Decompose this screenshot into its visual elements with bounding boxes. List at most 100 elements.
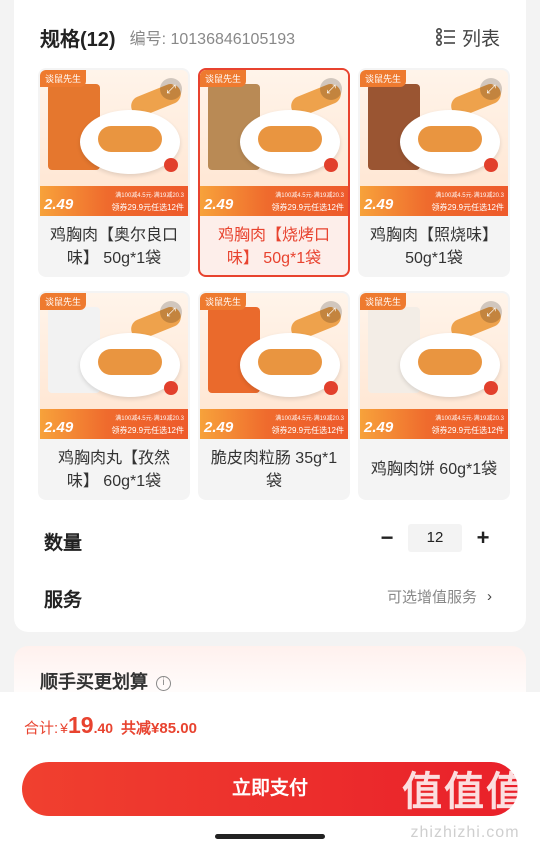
food-image [418,126,482,152]
sku-option[interactable]: 谈鼠先生 ⤢ 2.49 满100减4.5元·满19减20.3 领券29.9元任选12件鸡… [358,291,510,500]
brand-tag: 谈鼠先生 [200,293,247,310]
checkout-footer: 合计: ¥ 19 .40 共减¥85.00 立即支付 值值值 zhizhizhi… [0,692,540,855]
sku-image: 谈鼠先生 ⤢ 2.49 满100减4.5元·满19减20.3 领券29.9元任选12件 [360,70,508,216]
price-bar: 2.49 满100减4.5元·满19减20.3 领券29.9元任选12件 [200,186,348,216]
list-icon [435,28,455,46]
brand-tag: 谈鼠先生 [40,293,87,310]
watermark-url: zhizhizhi.com [410,824,520,841]
expand-icon[interactable]: ⤢ [320,301,342,323]
sku-price: 2.49 [44,196,74,213]
promo-text: 满100减4.5元·满19减20.3 领券29.9元任选12件 [402,191,504,213]
food-image [98,126,162,152]
sku-grid: 谈鼠先生 ⤢ 2.49 满100减4.5元·满19减20.3 领券29.9元任选12件鸡… [38,68,518,500]
promo-text: 满100减4.5元·满19减20.3 领券29.9元任选12件 [82,414,184,436]
spec-header: 规格(12) 编号: 10136846105193 列表 [40,22,500,52]
expand-icon[interactable]: ⤢ [480,78,502,100]
sku-option[interactable]: 谈鼠先生 ⤢ 2.49 满100减4.5元·满19减20.3 领券29.9元任选12件鸡… [38,291,190,500]
price-bar: 2.49 满100减4.5元·满19减20.3 领券29.9元任选12件 [360,409,508,439]
sku-name: 鸡胸肉丸【孜然味】 60g*1袋 [57,449,170,490]
promo-text: 满100减4.5元·满19减20.3 领券29.9元任选12件 [242,414,344,436]
service-hint: 可选增值服务 [386,589,477,606]
expand-icon[interactable]: ⤢ [160,301,182,323]
sku-image: 谈鼠先生 ⤢ 2.49 满100减4.5元·满19减20.3 领券29.9元任选12件 [360,293,508,439]
sku-price: 2.49 [44,419,74,436]
expand-icon[interactable]: ⤢ [320,78,342,100]
sku-image: 谈鼠先生 ⤢ 2.49 满100减4.5元·满19减20.3 领券29.9元任选12件 [200,293,348,439]
total-price: 合计: ¥ 19 .40 共减¥85.00 [24,712,197,739]
list-view-toggle[interactable]: 列表 [435,24,500,51]
sku-price: 2.49 [204,196,234,213]
promo-line2: 领券29.9元任选12件 [431,426,504,435]
brand-tag: 谈鼠先生 [360,293,407,310]
promo-line2: 领券29.9元任选12件 [111,203,184,212]
promo-line2: 领券29.9元任选12件 [111,426,184,435]
price-bar: 2.49 满100减4.5元·满19减20.3 领券29.9元任选12件 [200,409,348,439]
tomato-image [484,381,498,395]
sku-name: 鸡胸肉【烧烤口味】 50g*1袋 [217,226,330,267]
tomato-image [484,158,498,172]
sku-price: 2.49 [364,196,394,213]
brand-tag: 谈鼠先生 [40,70,87,87]
decrease-button[interactable]: − [376,525,398,551]
quantity-stepper: − 12 + [376,524,494,552]
tomato-image [164,158,178,172]
sku-option[interactable]: 谈鼠先生 ⤢ 2.49 满100减4.5元·满19减20.3 领券29.9元任选12件脆… [198,291,350,500]
spec-panel: 规格(12) 编号: 10136846105193 列表 谈鼠先生 ⤢ 2.49 满1… [14,0,526,632]
sku-name: 鸡胸肉【奥尔良口味】 50g*1袋 [49,226,178,267]
total-label: 合计: [24,720,59,737]
watermark: 值值值 zhizhizhi.com [402,770,528,842]
price-bar: 2.49 满100减4.5元·满19减20.3 领券29.9元任选12件 [360,186,508,216]
expand-icon[interactable]: ⤢ [160,78,182,100]
brand-tag: 谈鼠先生 [200,70,247,87]
sku-image: 谈鼠先生 ⤢ 2.49 满100减4.5元·满19减20.3 领券29.9元任选12件 [40,70,188,216]
discount-total: 共减¥85.00 [121,720,197,737]
sku-price: 2.49 [204,419,234,436]
promo-line1: 满100减4.5元·满19减20.3 [275,416,344,422]
currency-symbol: ¥ [60,720,68,736]
promo-line1: 满100减4.5元·满19减20.3 [115,193,184,199]
home-indicator[interactable] [215,834,325,839]
sku-image: 谈鼠先生 ⤢ 2.49 满100减4.5元·满19减20.3 领券29.9元任选12件 [40,293,188,439]
tomato-image [324,158,338,172]
chevron-right-icon: › [487,588,492,605]
sku-image: 谈鼠先生 ⤢ 2.49 满100减4.5元·满19减20.3 领券29.9元任选12件 [200,70,348,216]
price-bar: 2.49 满100减4.5元·满19减20.3 领券29.9元任选12件 [40,186,188,216]
promo-line1: 满100减4.5元·满19减20.3 [435,416,504,422]
sku-name: 鸡胸肉饼 60g*1袋 [370,461,498,478]
sku-price: 2.49 [364,419,394,436]
promo-line1: 满100减4.5元·满19减20.3 [435,193,504,199]
quantity-label: 数量 [44,533,83,554]
tomato-image [164,381,178,395]
sku-option[interactable]: 谈鼠先生 ⤢ 2.49 满100减4.5元·满19减20.3 领券29.9元任选12件鸡… [358,68,510,277]
price-bar: 2.49 满100减4.5元·满19减20.3 领券29.9元任选12件 [40,409,188,439]
spec-title: 规格(12) [40,28,116,51]
promo-line1: 满100减4.5元·满19减20.3 [275,193,344,199]
sku-option[interactable]: 谈鼠先生 ⤢ 2.49 满100减4.5元·满19减20.3 领券29.9元任选12件鸡… [198,68,350,277]
food-image [418,349,482,375]
promo-line2: 领券29.9元任选12件 [431,203,504,212]
total-decimal: .40 [93,720,114,736]
service-selector[interactable]: 可选增值服务 › [387,586,492,607]
increase-button[interactable]: + [472,525,494,551]
promo-line2: 领券29.9元任选12件 [271,203,344,212]
sku-name: 鸡胸肉【照烧味】 50g*1袋 [369,226,498,267]
bundle-title: 顺手买更划算 i [40,668,171,694]
product-code: 编号: 10136846105193 [129,31,296,48]
promo-text: 满100减4.5元·满19减20.3 领券29.9元任选12件 [402,414,504,436]
promo-text: 满100减4.5元·满19减20.3 领券29.9元任选12件 [82,191,184,213]
bundle-title-text: 顺手买更划算 [40,672,148,692]
total-integer: 19 [67,712,94,738]
promo-text: 满100减4.5元·满19减20.3 领券29.9元任选12件 [242,191,344,213]
watermark-text: 值值值 [402,770,528,814]
food-image [258,349,322,375]
info-icon[interactable]: i [156,675,171,691]
sku-option[interactable]: 谈鼠先生 ⤢ 2.49 满100减4.5元·满19减20.3 领券29.9元任选12件鸡… [38,68,190,277]
promo-line1: 满100减4.5元·满19减20.3 [115,416,184,422]
sku-name: 脆皮肉粒肠 35g*1袋 [210,449,338,490]
food-image [98,349,162,375]
promo-line2: 领券29.9元任选12件 [271,426,344,435]
brand-tag: 谈鼠先生 [360,70,407,87]
expand-icon[interactable]: ⤢ [480,301,502,323]
quantity-input[interactable]: 12 [408,524,462,552]
tomato-image [324,381,338,395]
